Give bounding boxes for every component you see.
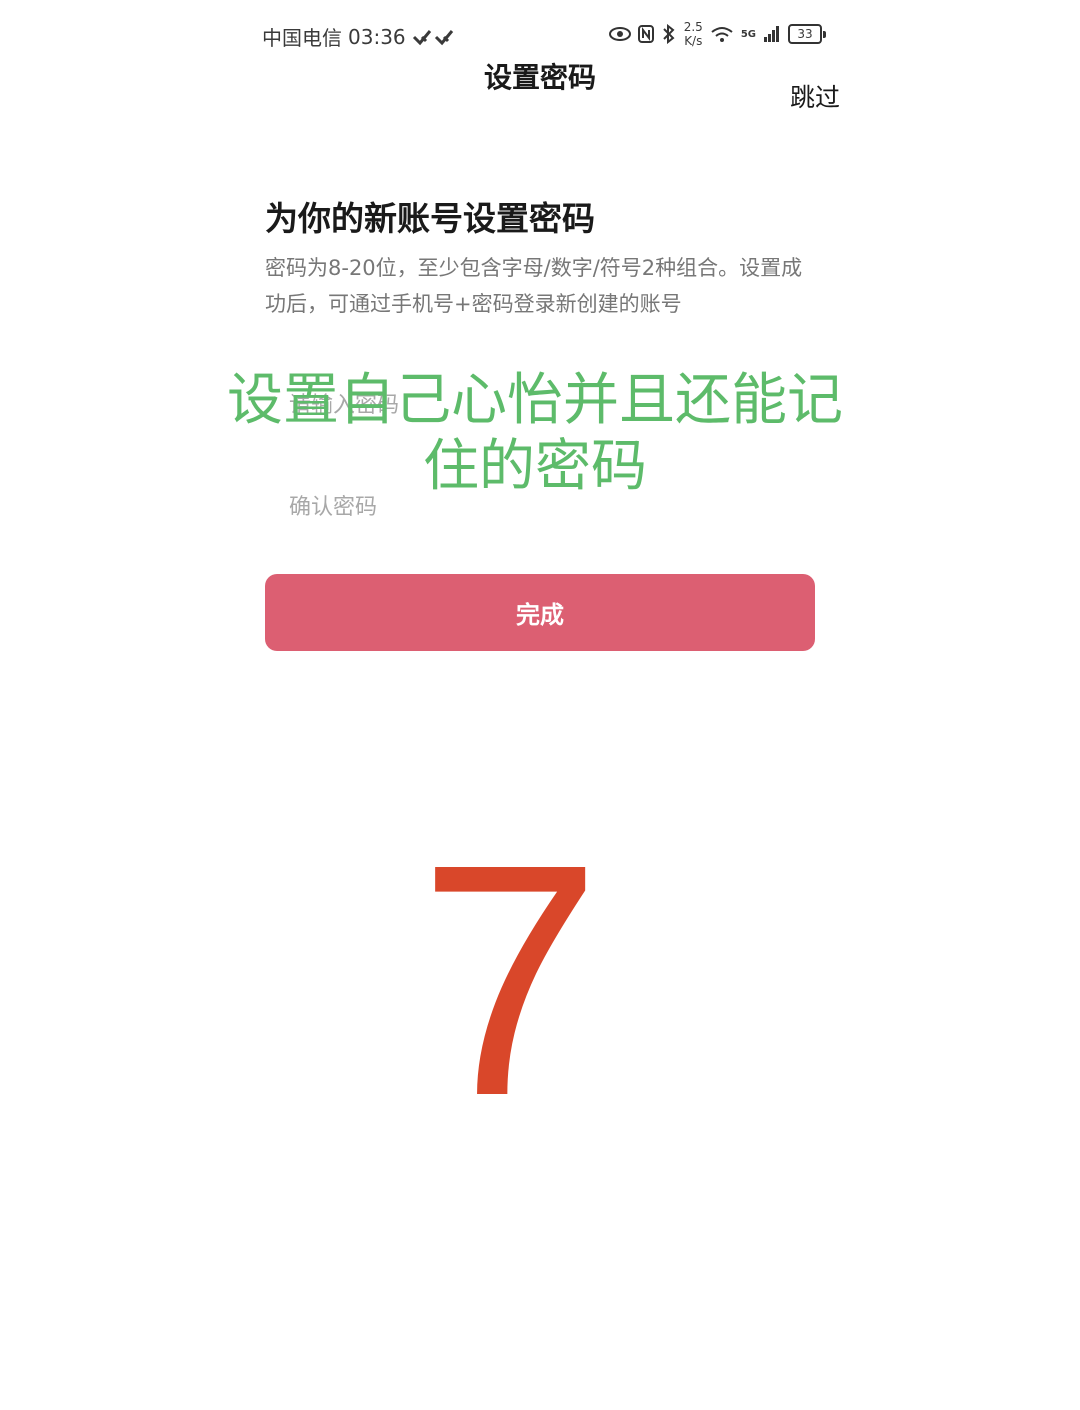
network-speed: 2.5 K/s bbox=[684, 20, 703, 48]
clock: 03:36 bbox=[348, 24, 406, 49]
speed-unit: K/s bbox=[684, 34, 703, 48]
page-title: 设置密码 bbox=[483, 61, 596, 94]
step-number: 7 bbox=[418, 795, 602, 1164]
wifi-icon bbox=[711, 27, 733, 42]
status-right: 2.5 K/s 5G 33 bbox=[608, 20, 826, 48]
carrier-label: 中国电信 bbox=[262, 26, 342, 50]
section-heading: 为你的新账号设置密码 bbox=[265, 199, 595, 238]
confirm-password-input[interactable] bbox=[287, 486, 811, 528]
status-bar: 中国电信 03:36 2.5 K/s 5G 33 bbox=[262, 18, 826, 52]
network-type: 5G bbox=[740, 28, 756, 40]
skip-button[interactable]: 跳过 bbox=[790, 78, 840, 114]
password-rules-text: 密码为8-20位，至少包含字母/数字/符号2种组合。设置成功后，可通过手机号+密… bbox=[265, 256, 803, 316]
sync-icon bbox=[412, 29, 453, 45]
bluetooth-icon bbox=[663, 24, 675, 44]
password-input[interactable] bbox=[287, 384, 811, 426]
battery-icon: 33 bbox=[788, 24, 826, 44]
status-left: 中国电信 03:36 bbox=[262, 22, 456, 51]
eye-icon bbox=[608, 27, 631, 41]
signal-icon bbox=[764, 26, 779, 42]
done-button[interactable]: 完成 bbox=[265, 574, 815, 651]
speed-value: 2.5 bbox=[683, 20, 703, 34]
nfc-icon bbox=[637, 25, 654, 43]
battery-level: 33 bbox=[797, 27, 813, 41]
